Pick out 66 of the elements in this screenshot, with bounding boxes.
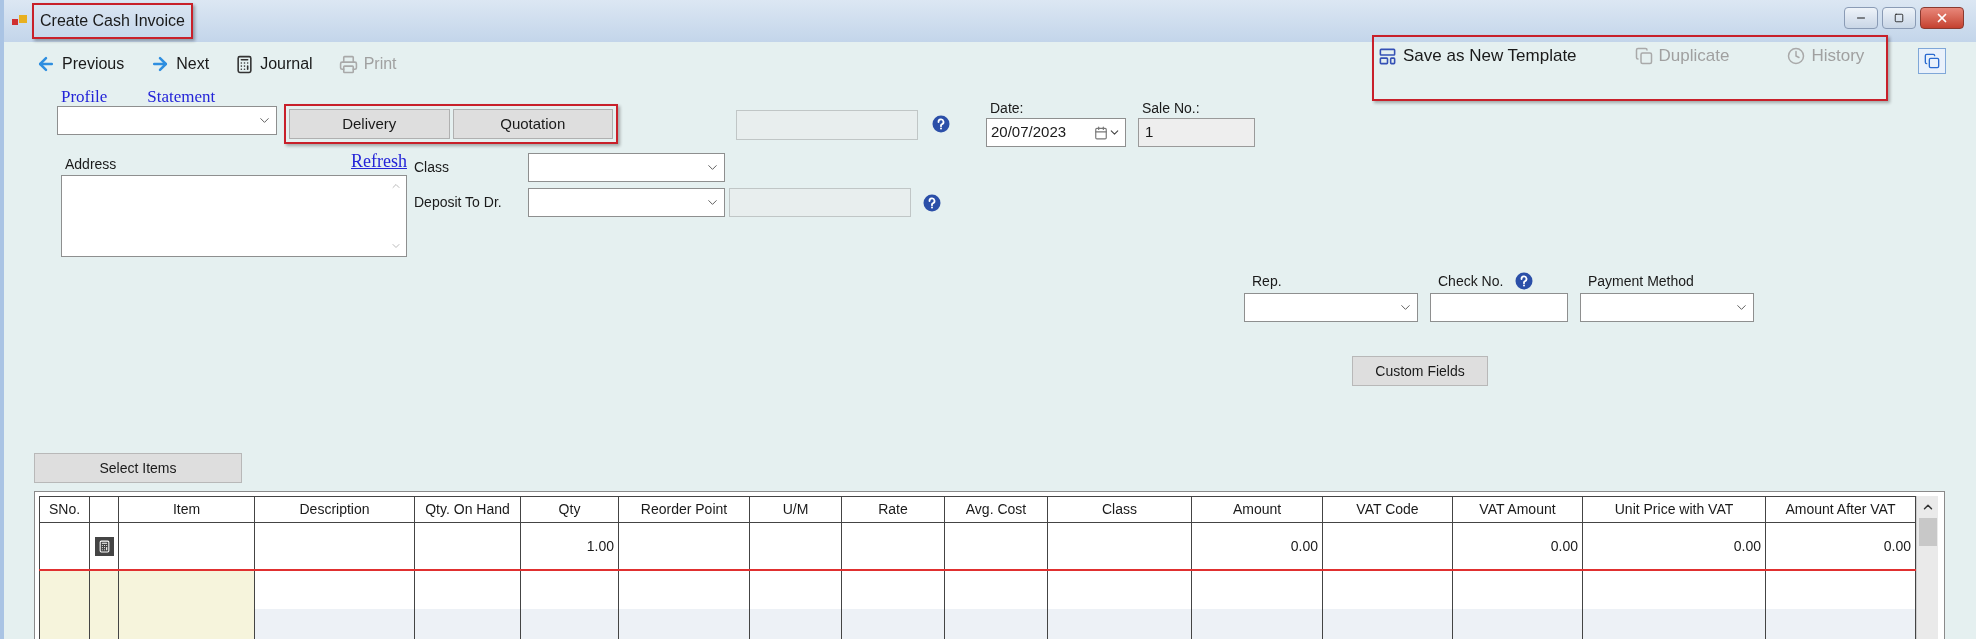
field-label: Rep.	[1252, 271, 1282, 291]
column-header[interactable]: VAT Amount	[1452, 496, 1583, 523]
help-icon[interactable]	[932, 115, 950, 133]
column-header[interactable]: Unit Price with VAT	[1582, 496, 1766, 523]
payment-dropdown[interactable]	[1580, 293, 1754, 322]
column-header[interactable]: Description	[254, 496, 415, 523]
field-label: Sale No.:	[1141, 99, 1201, 118]
close-button[interactable]	[1920, 7, 1964, 29]
column-header[interactable]	[89, 496, 119, 523]
column-header[interactable]: SNo.	[39, 496, 90, 523]
help-icon[interactable]	[923, 193, 941, 212]
calendar-icon	[1094, 125, 1108, 140]
column-header[interactable]: Avg. Cost	[944, 496, 1048, 523]
field-label: Deposit To Dr.	[414, 193, 503, 212]
column-header[interactable]: Amount	[1191, 496, 1323, 523]
window-title: Create Cash Invoice	[32, 3, 193, 39]
column-header[interactable]: Amount After VAT	[1765, 496, 1916, 523]
help-icon[interactable]	[1515, 272, 1534, 290]
column-header[interactable]: VAT Code	[1322, 496, 1453, 523]
scrollbar[interactable]	[1916, 496, 1938, 639]
field-label: Address	[64, 155, 117, 174]
column-header[interactable]: Item	[118, 496, 255, 523]
date-value: 20/07/2023	[991, 122, 1067, 143]
payment-dropdown[interactable]	[1244, 293, 1418, 322]
app-icon	[12, 14, 28, 28]
date-field[interactable]: 20/07/2023	[986, 118, 1126, 147]
maximize-button[interactable]	[1882, 7, 1916, 29]
toolbar-button[interactable]: Journal	[235, 52, 313, 76]
toolbar-button[interactable]: Save as New Template	[1378, 43, 1577, 69]
profile-dropdown[interactable]	[57, 106, 277, 135]
column-header[interactable]: Qty. On Hand	[414, 496, 521, 523]
field-label: Class	[414, 158, 450, 177]
tab-button[interactable]: Delivery	[289, 109, 450, 139]
sale-number-field[interactable]: 1	[1138, 118, 1255, 147]
column-header[interactable]: Rate	[841, 496, 945, 523]
refresh-link[interactable]: Refresh	[351, 148, 407, 175]
input-field[interactable]	[1430, 293, 1568, 322]
calculator-icon[interactable]	[94, 536, 114, 556]
class-dropdown[interactable]	[528, 153, 725, 182]
close-icon	[1935, 11, 1949, 25]
address-textarea[interactable]	[61, 175, 407, 257]
scroll-thumb[interactable]	[1918, 518, 1937, 546]
link[interactable]: Profile	[61, 84, 108, 106]
toolbar-button[interactable]: Previous	[36, 52, 125, 76]
column-header[interactable]: Qty	[520, 496, 619, 523]
column-header[interactable]: Class	[1047, 496, 1192, 523]
field-label: Check No.	[1438, 271, 1504, 291]
copy-icon	[1634, 47, 1653, 65]
template-icon	[1378, 46, 1397, 66]
calculator-icon	[235, 54, 255, 74]
custom-fields-button[interactable]: Custom Fields	[1352, 356, 1488, 386]
tab-button[interactable]: Quotation	[452, 109, 613, 139]
field-label: Date:	[989, 99, 1025, 118]
deposit-dropdown[interactable]	[528, 188, 725, 217]
select-items-button[interactable]: Select Items	[34, 453, 242, 483]
field-label: Payment Method	[1588, 271, 1694, 291]
link[interactable]: Statement	[147, 84, 216, 106]
column-header[interactable]: Reorder Point	[618, 496, 750, 523]
toolbar-button[interactable]: Next	[150, 52, 210, 76]
restore-button[interactable]	[1918, 48, 1946, 74]
printer-icon	[338, 54, 358, 74]
maximize-icon	[1894, 13, 1904, 23]
restore-icon	[1924, 53, 1940, 69]
minimize-button[interactable]	[1844, 7, 1878, 29]
column-header[interactable]: U/M	[749, 496, 842, 523]
clock-icon	[1787, 47, 1806, 65]
